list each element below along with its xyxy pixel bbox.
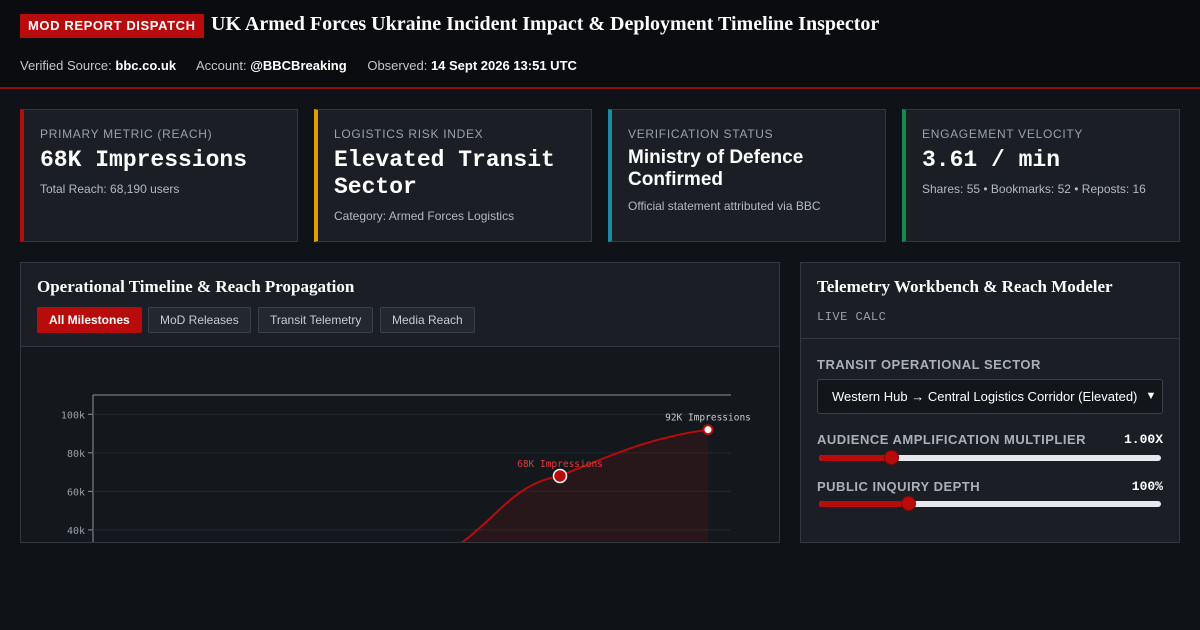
- y-tick-label: 80k: [67, 449, 85, 460]
- live-calc-label: LIVE CALC: [817, 310, 887, 324]
- sector-selected-value: Western Hub → Central Logistics Corridor…: [832, 389, 1138, 404]
- y-tick-label: 40k: [67, 526, 85, 537]
- card-engagement-velocity: ENGAGEMENT VELOCITY 3.61 / min Shares: 5…: [902, 109, 1180, 242]
- tab-all-milestones[interactable]: All Milestones: [37, 307, 142, 333]
- workbench-panel: Telemetry Workbench & Reach Modeler LIVE…: [800, 262, 1180, 543]
- timeline-panel: Operational Timeline & Reach Propagation…: [20, 262, 780, 543]
- observed-value: 14 Sept 2026 13:51 UTC: [430, 58, 577, 73]
- chevron-down-icon: ▼: [1140, 380, 1162, 413]
- source-value: bbc.co.uk: [115, 58, 177, 73]
- slider-fill: [819, 501, 908, 507]
- account-label: Account:: [196, 58, 247, 73]
- account-value: @BBCBreaking: [250, 58, 347, 73]
- report-header: MOD REPORT DISPATCH UK Armed Forces Ukra…: [0, 0, 1200, 89]
- tab-transit-telemetry[interactable]: Transit Telemetry: [258, 307, 374, 333]
- page-title: UK Armed Forces Ukraine Incident Impact …: [211, 13, 880, 35]
- inquiry-depth-slider[interactable]: [819, 496, 1161, 511]
- slider-thumb[interactable]: [883, 450, 899, 465]
- point-data-label: 92K Impressions: [665, 413, 751, 424]
- amplification-value: 1.00X: [1123, 432, 1163, 447]
- card-label: VERIFICATION STATUS: [628, 127, 774, 141]
- slider-thumb[interactable]: [900, 496, 916, 511]
- observed-label: Observed:: [367, 58, 428, 73]
- sector-label: TRANSIT OPERATIONAL SECTOR: [817, 357, 1041, 372]
- milestone-point: [702, 424, 714, 436]
- sector-select[interactable]: Western Hub → Central Logistics Corridor…: [817, 379, 1163, 414]
- card-verification-status: VERIFICATION STATUS Ministry of Defence …: [608, 109, 886, 242]
- inquiry-depth-label: PUBLIC INQUIRY DEPTH: [817, 479, 981, 494]
- card-logistics-risk: LOGISTICS RISK INDEX Elevated Transit Se…: [314, 109, 592, 242]
- account-group: Account: @BBCBreaking: [196, 58, 347, 73]
- source-meta: Verified Source: bbc.co.uk Account: @BBC…: [20, 58, 594, 73]
- source-label: Verified Source:: [20, 58, 112, 73]
- reach-area: [462, 429, 708, 542]
- dispatch-badge: MOD REPORT DISPATCH: [20, 14, 204, 38]
- milestone-point: [552, 468, 568, 484]
- observed-group: Observed: 14 Sept 2026 13:51 UTC: [367, 58, 577, 73]
- slider-fill: [819, 455, 891, 461]
- timeline-title: Operational Timeline & Reach Propagation: [37, 277, 355, 296]
- card-value: Ministry of Defence Confirmed: [628, 147, 804, 190]
- card-label: LOGISTICS RISK INDEX: [334, 127, 484, 141]
- amplification-label: AUDIENCE AMPLIFICATION MULTIPLIER: [817, 432, 1087, 447]
- card-value: Elevated Transit Sector: [334, 147, 555, 200]
- card-subtext: Category: Armed Forces Logistics: [334, 209, 515, 223]
- card-value: 3.61 / min: [922, 147, 1061, 173]
- tab-media-reach[interactable]: Media Reach: [380, 307, 475, 333]
- y-tick-label: 100k: [61, 410, 85, 421]
- chart-area: 20k40k60k80k100k19K Impressions68K Impre…: [21, 347, 779, 542]
- source-group: Verified Source: bbc.co.uk: [20, 58, 176, 73]
- workbench-title: Telemetry Workbench & Reach Modeler: [817, 277, 1113, 296]
- card-label: PRIMARY METRIC (REACH): [40, 127, 213, 141]
- card-subtext: Shares: 55 • Bookmarks: 52 • Reposts: 16: [922, 182, 1146, 196]
- y-tick-label: 60k: [67, 487, 85, 498]
- point-data-label: 68K Impressions: [517, 459, 603, 470]
- card-primary-metric: PRIMARY METRIC (REACH) 68K Impressions T…: [20, 109, 298, 242]
- card-subtext: Official statement attributed via BBC: [628, 199, 821, 213]
- card-label: ENGAGEMENT VELOCITY: [922, 127, 1084, 141]
- panel-divider: [801, 338, 1179, 339]
- card-value: 68K Impressions: [40, 147, 248, 173]
- amplification-slider[interactable]: [819, 450, 1161, 465]
- card-subtext: Total Reach: 68,190 users: [40, 182, 180, 196]
- reach-line-chart: 20k40k60k80k100k19K Impressions68K Impre…: [61, 394, 751, 542]
- inquiry-depth-value: 100%: [1131, 479, 1163, 494]
- tab-mod-releases[interactable]: MoD Releases: [148, 307, 251, 333]
